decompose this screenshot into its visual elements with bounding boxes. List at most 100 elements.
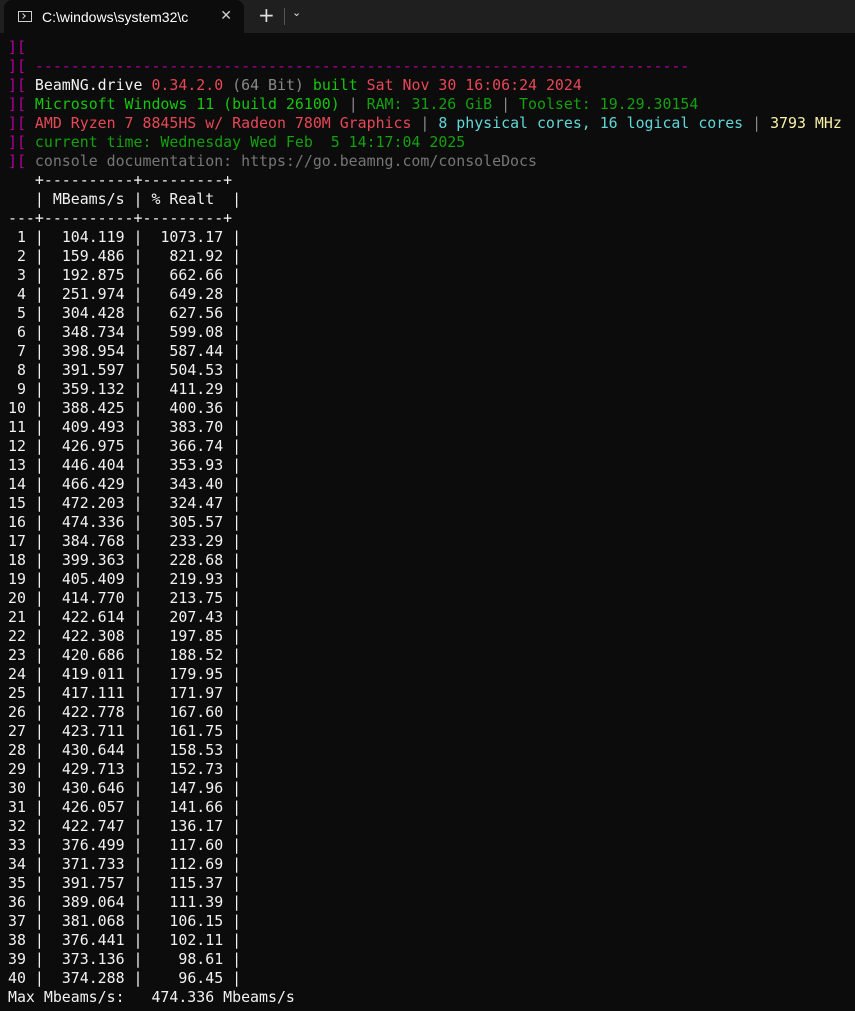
row-index: 22 [8, 627, 26, 645]
table-row: 15 | 472.203 | 324.47 | [8, 494, 242, 512]
table-header-row: | MBeams/s | % Realt | [8, 190, 242, 208]
realtime-value: 383.70 [169, 418, 224, 436]
realtime-value: 599.08 [169, 323, 224, 341]
row-index: 17 [8, 532, 26, 550]
console-line-5: ][ AMD Ryzen 7 8845HS w/ Radeon 780M Gra… [8, 114, 842, 132]
table-row: 34 | 371.733 | 112.69 | [8, 855, 242, 873]
line-prefix: ][ [8, 76, 26, 94]
realtime-value: 1073.17 [160, 228, 224, 246]
row-index: 29 [8, 760, 26, 778]
table-row: 6 | 348.734 | 599.08 | [8, 323, 242, 341]
realtime-value: 98.61 [178, 950, 224, 968]
realtime-value: 411.29 [169, 380, 224, 398]
realtime-value: 587.44 [169, 342, 224, 360]
table-row: 9 | 359.132 | 411.29 | [8, 380, 242, 398]
built-label: built [312, 76, 358, 94]
row-index: 13 [8, 456, 26, 474]
table-header-separator: ---+----------+---------+ [8, 209, 233, 227]
realtime-value: 167.60 [169, 703, 224, 721]
console-line-7: ][ console documentation: https://go.bea… [8, 152, 853, 171]
row-index: 9 [8, 380, 26, 398]
line-prefix: ][ [8, 95, 26, 113]
row-index: 14 [8, 475, 26, 493]
table-row: 3 | 192.875 | 662.66 | [8, 266, 242, 284]
realtime-value: 400.36 [169, 399, 224, 417]
table-border-top: +----------+---------+ [8, 171, 233, 189]
row-index: 16 [8, 513, 26, 531]
table-row: 20 | 414.770 | 213.75 | [8, 589, 242, 607]
mbeams-value: 376.499 [61, 836, 125, 854]
console-output[interactable]: ][ ][ ----------------------------------… [8, 38, 853, 1007]
mbeams-value: 414.770 [61, 589, 125, 607]
realtime-value: 649.28 [169, 285, 224, 303]
row-index: 15 [8, 494, 26, 512]
table-row: 14 | 466.429 | 343.40 | [8, 475, 242, 493]
console-icon [18, 11, 32, 22]
mbeams-value: 391.757 [61, 874, 125, 892]
realtime-value: 228.68 [169, 551, 224, 569]
table-row: 8 | 391.597 | 504.53 | [8, 361, 242, 379]
row-index: 28 [8, 741, 26, 759]
mbeams-value: 104.119 [61, 228, 125, 246]
mbeams-value: 159.486 [61, 247, 125, 265]
max-mbeams-footer: Max Mbeams/s: 474.336 Mbeams/s [8, 988, 295, 1006]
title-bar: C:\windows\system32\c ✕ + ⌄ [0, 0, 855, 33]
table-row: 40 | 374.288 | 96.45 | [8, 969, 242, 987]
row-index: 18 [8, 551, 26, 569]
table-row: 22 | 422.308 | 197.85 | [8, 627, 242, 645]
mbeams-value: 398.954 [61, 342, 125, 360]
mbeams-value: 422.614 [61, 608, 125, 626]
new-tab-button[interactable]: + [258, 3, 275, 27]
mbeams-value: 348.734 [61, 323, 125, 341]
toolset-info: Toolset: 19.29.30154 [519, 95, 699, 113]
line-prefix: ][ [8, 114, 26, 132]
table-row: 1 | 104.119 | 1073.17 | [8, 228, 242, 246]
realtime-value: 115.37 [169, 874, 224, 892]
row-index: 30 [8, 779, 26, 797]
mbeams-value: 391.597 [61, 361, 125, 379]
row-index: 24 [8, 665, 26, 683]
realtime-value: 161.75 [169, 722, 224, 740]
mbeams-value: 420.686 [61, 646, 125, 664]
mbeams-value: 409.493 [61, 418, 125, 436]
line-prefix: ][ [8, 152, 26, 170]
row-index: 23 [8, 646, 26, 664]
realtime-value: 112.69 [169, 855, 224, 873]
row-index: 19 [8, 570, 26, 588]
titlebar-divider [284, 8, 285, 25]
row-index: 38 [8, 931, 26, 949]
table-row: 36 | 389.064 | 111.39 | [8, 893, 242, 911]
mbeams-value: 374.288 [61, 969, 125, 987]
table-row: 29 | 429.713 | 152.73 | [8, 760, 242, 778]
realtime-value: 96.45 [178, 969, 224, 987]
realtime-value: 152.73 [169, 760, 224, 778]
table-row: 38 | 376.441 | 102.11 | [8, 931, 242, 949]
app-version: 0.34.2.0 [151, 76, 224, 94]
terminal-tab[interactable]: C:\windows\system32\c ✕ [4, 0, 244, 33]
mbeams-value: 405.409 [61, 570, 125, 588]
realtime-value: 147.96 [169, 779, 224, 797]
row-index: 5 [8, 304, 26, 322]
row-index: 40 [8, 969, 26, 987]
mbeams-value: 192.875 [61, 266, 125, 284]
row-index: 3 [8, 266, 26, 284]
realtime-value: 504.53 [169, 361, 224, 379]
table-row: 11 | 409.493 | 383.70 | [8, 418, 242, 436]
console-line-4: ][ Microsoft Windows 11 (build 26100) | … [8, 95, 699, 113]
row-index: 31 [8, 798, 26, 816]
table-row: 7 | 398.954 | 587.44 | [8, 342, 242, 360]
table-row: 35 | 391.757 | 115.37 | [8, 874, 242, 892]
mbeams-value: 446.404 [61, 456, 125, 474]
realtime-value: 343.40 [169, 475, 224, 493]
mbeams-value: 359.132 [61, 380, 125, 398]
row-index: 32 [8, 817, 26, 835]
line-prefix: ][ [8, 133, 26, 151]
table-row: 39 | 373.136 | 98.61 | [8, 950, 242, 968]
cpu-mhz: 3793 MHz [770, 114, 842, 132]
chevron-down-icon[interactable]: ⌄ [292, 6, 301, 19]
realtime-value: 106.15 [169, 912, 224, 930]
close-tab-icon[interactable]: ✕ [220, 8, 232, 24]
mbeams-value: 399.363 [61, 551, 125, 569]
realtime-value: 305.57 [169, 513, 224, 531]
row-index: 25 [8, 684, 26, 702]
